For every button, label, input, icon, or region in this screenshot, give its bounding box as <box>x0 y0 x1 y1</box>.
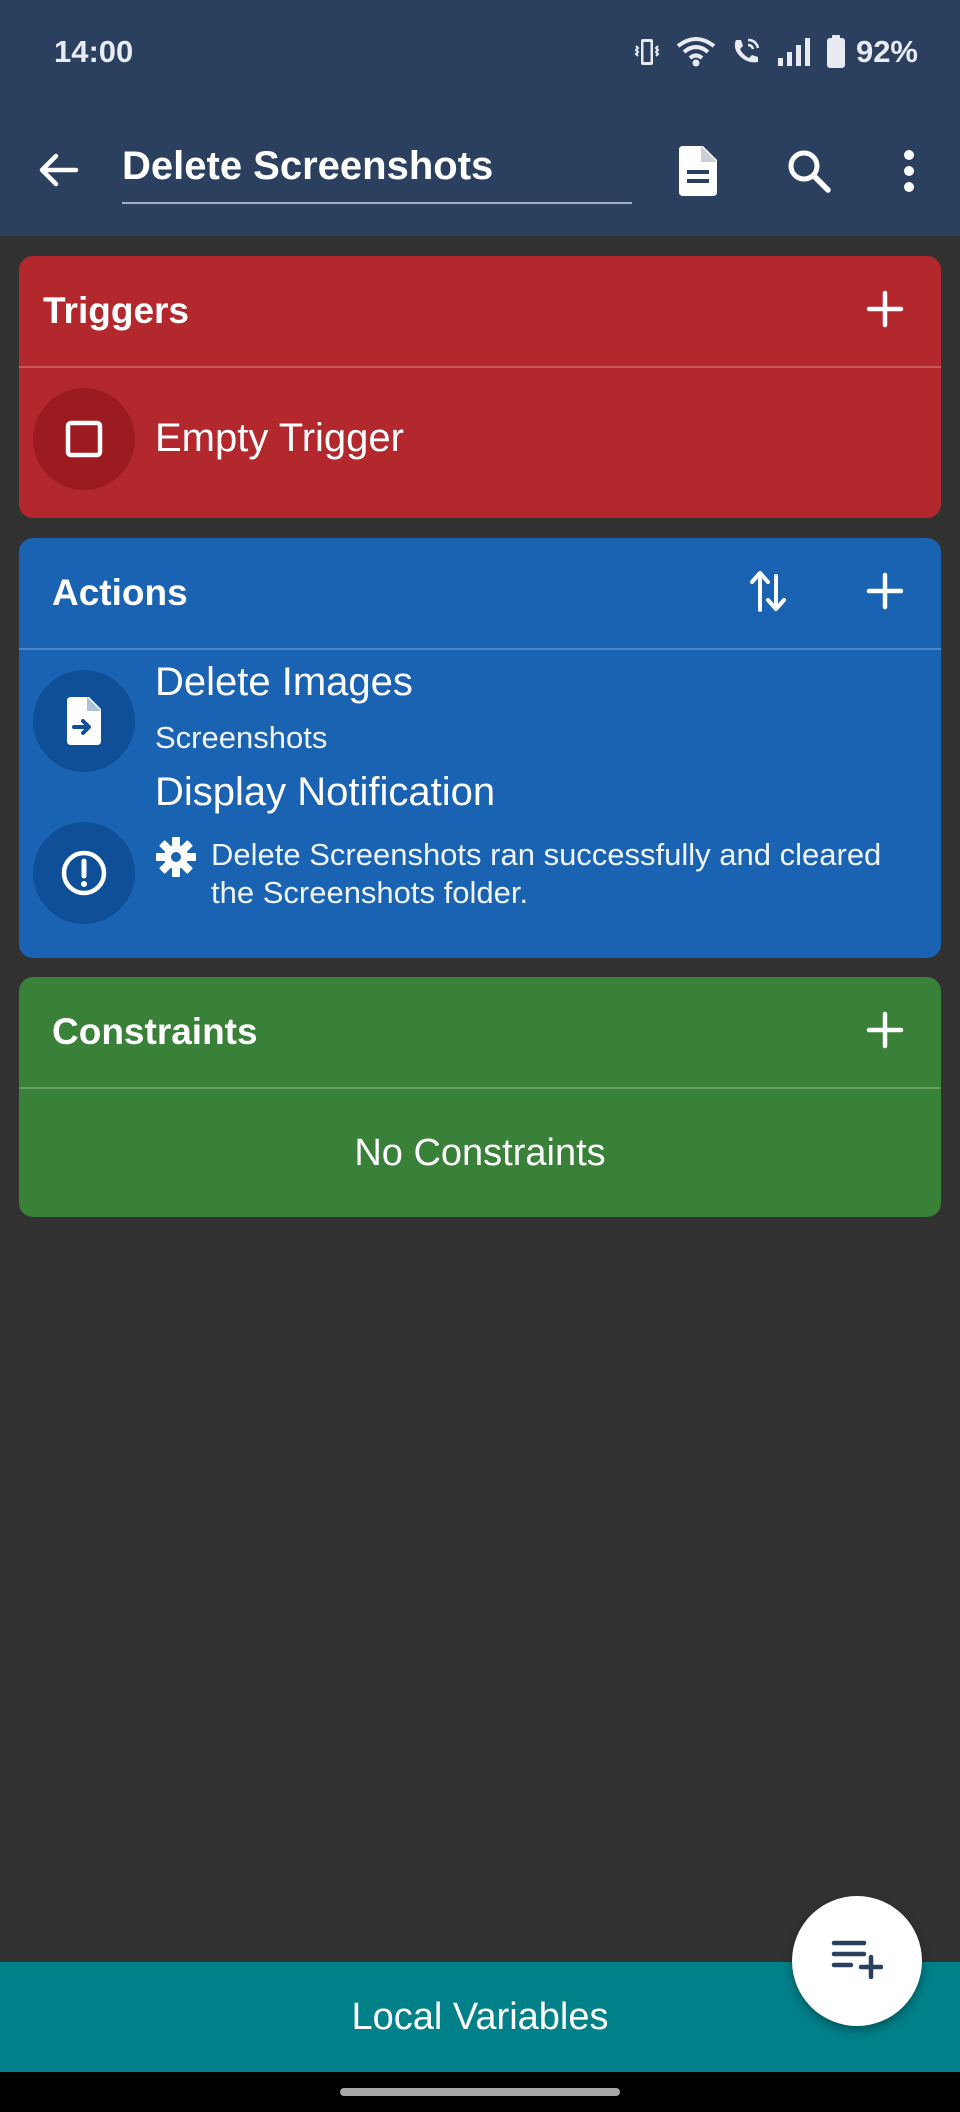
actions-header: Actions <box>19 538 941 648</box>
add-to-list-fab[interactable] <box>792 1896 922 2026</box>
alert-circle-icon <box>33 822 135 924</box>
trigger-item[interactable]: Empty Trigger <box>19 368 941 518</box>
macro-name-field[interactable]: Delete Screenshots <box>122 140 632 204</box>
app-bar: Delete Screenshots <box>0 120 960 230</box>
action-item-delete-images[interactable]: Delete Images Screenshots <box>19 650 941 772</box>
home-gesture-handle[interactable] <box>340 2088 620 2096</box>
status-bar: 14:00 92% <box>0 0 960 104</box>
reorder-actions-button[interactable] <box>737 562 799 624</box>
triggers-card: Triggers Empty Trigger <box>19 256 941 518</box>
add-trigger-button[interactable] <box>854 280 916 342</box>
action-item-display-notification[interactable]: Display Notification Delete Screenshots … <box>19 770 941 954</box>
constraints-title: Constraints <box>52 1011 258 1052</box>
add-constraint-button[interactable] <box>854 1001 916 1063</box>
more-vert-icon[interactable] <box>880 142 938 200</box>
plus-icon <box>866 290 904 333</box>
battery-icon <box>826 35 846 69</box>
gear-icon <box>155 836 197 883</box>
battery-percent: 92% <box>855 34 918 69</box>
constraints-card: Constraints No Constraints <box>19 977 941 1217</box>
system-nav-bar <box>0 2072 960 2112</box>
status-time: 14:00 <box>54 34 134 69</box>
back-arrow-icon[interactable] <box>30 142 86 198</box>
constraints-header: Constraints <box>19 977 941 1087</box>
action-item-subtitle: Delete Screenshots ran successfully and … <box>211 837 882 910</box>
macro-name-text: Delete Screenshots <box>122 144 494 188</box>
search-icon[interactable] <box>780 142 838 200</box>
action-item-subtitle: Screenshots <box>155 720 328 755</box>
wifi-calling-icon <box>730 36 762 68</box>
swap-vertical-icon <box>748 568 788 619</box>
trigger-item-title: Empty Trigger <box>155 416 404 460</box>
plus-icon <box>866 572 904 615</box>
vibrate-icon <box>632 36 662 68</box>
document-icon[interactable] <box>668 142 726 200</box>
action-item-title: Delete Images <box>155 660 413 704</box>
triggers-title: Triggers <box>43 290 189 331</box>
playlist-add-icon <box>831 1939 884 1984</box>
plus-icon <box>866 1011 904 1054</box>
status-icons: 92% <box>632 34 918 70</box>
action-item-title: Display Notification <box>155 770 496 814</box>
actions-card: Actions Delete Images Screenshots Displa… <box>19 538 941 958</box>
actions-title: Actions <box>52 572 188 613</box>
top-app-area: 14:00 92% Delete Screenshots <box>0 0 960 236</box>
add-action-button[interactable] <box>854 562 916 624</box>
file-move-icon <box>33 670 135 772</box>
no-constraints-text: No Constraints <box>354 1132 606 1174</box>
triggers-header: Triggers <box>19 256 941 366</box>
checkbox-blank-icon <box>33 388 135 490</box>
wifi-icon <box>676 36 716 68</box>
signal-icon <box>776 36 812 68</box>
